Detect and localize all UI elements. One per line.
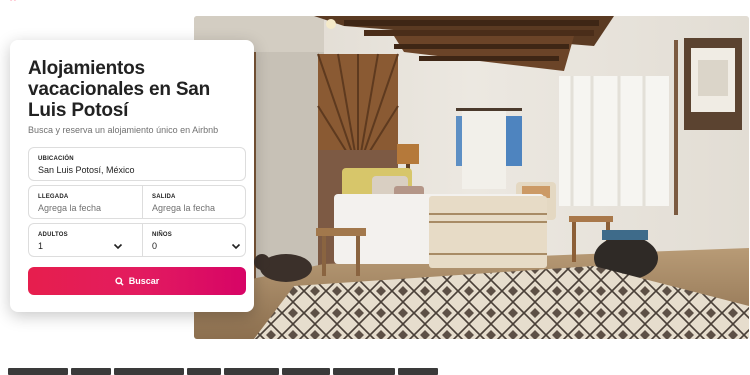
children-label: NIÑOS	[152, 232, 173, 238]
location-value[interactable]: San Luis Potosí, México	[38, 165, 135, 175]
guests-field: ADULTOS 1 NIÑOS 0	[28, 223, 246, 257]
location-field[interactable]: UBICACIÓN San Luis Potosí, México	[28, 147, 246, 181]
search-icon	[115, 276, 124, 286]
checkout-label: SALIDA	[152, 194, 176, 200]
dates-field: LLEGADA Agrega la fecha SALIDA Agrega la…	[28, 185, 246, 219]
page-title: Alojamientos vacacionales en San Luis Po…	[28, 58, 211, 121]
page-subtitle: Busca y reserva un alojamiento único en …	[28, 125, 219, 135]
adults-value: 1	[38, 241, 44, 251]
children-select[interactable]: NIÑOS 0	[143, 224, 246, 256]
checkout-placeholder: Agrega la fecha	[152, 203, 216, 213]
checkin-field[interactable]: LLEGADA Agrega la fecha	[29, 186, 142, 218]
top-nav: airbnb	[0, 0, 750, 4]
bedroom-photo	[194, 16, 749, 339]
adults-label: ADULTOS	[38, 232, 68, 238]
adults-select[interactable]: ADULTOS 1	[29, 224, 142, 256]
checkout-field[interactable]: SALIDA Agrega la fecha	[143, 186, 246, 218]
chevron-down-icon	[231, 243, 241, 250]
checkin-label: LLEGADA	[38, 194, 69, 200]
children-value: 0	[152, 241, 158, 251]
airbnb-belo-icon	[10, 0, 16, 1]
section-heading-cutoff	[8, 368, 438, 375]
airbnb-logo[interactable]: airbnb	[8, 0, 55, 2]
search-card: Alojamientos vacacionales en San Luis Po…	[10, 40, 254, 312]
chevron-down-icon	[113, 243, 123, 250]
search-button[interactable]: Buscar	[28, 267, 246, 295]
location-label: UBICACIÓN	[38, 156, 74, 162]
search-button-label: Buscar	[128, 276, 160, 286]
checkin-placeholder: Agrega la fecha	[38, 203, 102, 213]
logo-wordmark: airbnb	[21, 0, 55, 2]
hero-photo	[194, 16, 749, 339]
